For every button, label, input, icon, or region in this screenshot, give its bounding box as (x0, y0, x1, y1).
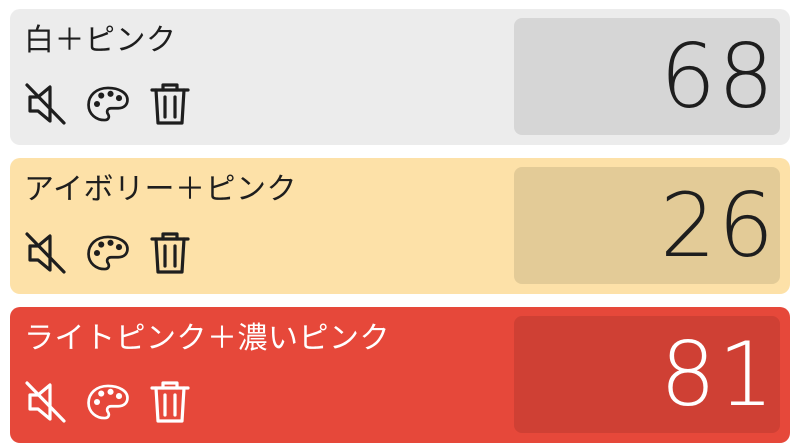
counter-card[interactable]: アイボリー＋ピンク 26 (10, 158, 790, 294)
count-display[interactable]: 26 (514, 167, 780, 284)
mute-icon[interactable] (24, 81, 68, 127)
trash-icon[interactable] (148, 379, 192, 425)
counter-card[interactable]: ライトピンク＋濃いピンク 81 (10, 307, 790, 443)
counter-actions (24, 379, 192, 425)
counter-name: ライトピンク＋濃いピンク (24, 321, 390, 356)
trash-icon[interactable] (148, 230, 192, 276)
palette-icon[interactable] (86, 81, 130, 127)
counter-actions (24, 81, 192, 127)
mute-icon[interactable] (24, 230, 68, 276)
counter-actions (24, 230, 192, 276)
count-value: 26 (660, 174, 776, 277)
count-value: 81 (660, 323, 776, 426)
count-value: 68 (660, 25, 776, 128)
trash-icon[interactable] (148, 81, 192, 127)
count-display[interactable]: 68 (514, 18, 780, 135)
palette-icon[interactable] (86, 230, 130, 276)
counter-name: 白＋ピンク (24, 23, 177, 58)
mute-icon[interactable] (24, 379, 68, 425)
palette-icon[interactable] (86, 379, 130, 425)
counter-name: アイボリー＋ピンク (24, 172, 297, 207)
count-display[interactable]: 81 (514, 316, 780, 433)
counter-card[interactable]: 白＋ピンク 68 (10, 9, 790, 145)
